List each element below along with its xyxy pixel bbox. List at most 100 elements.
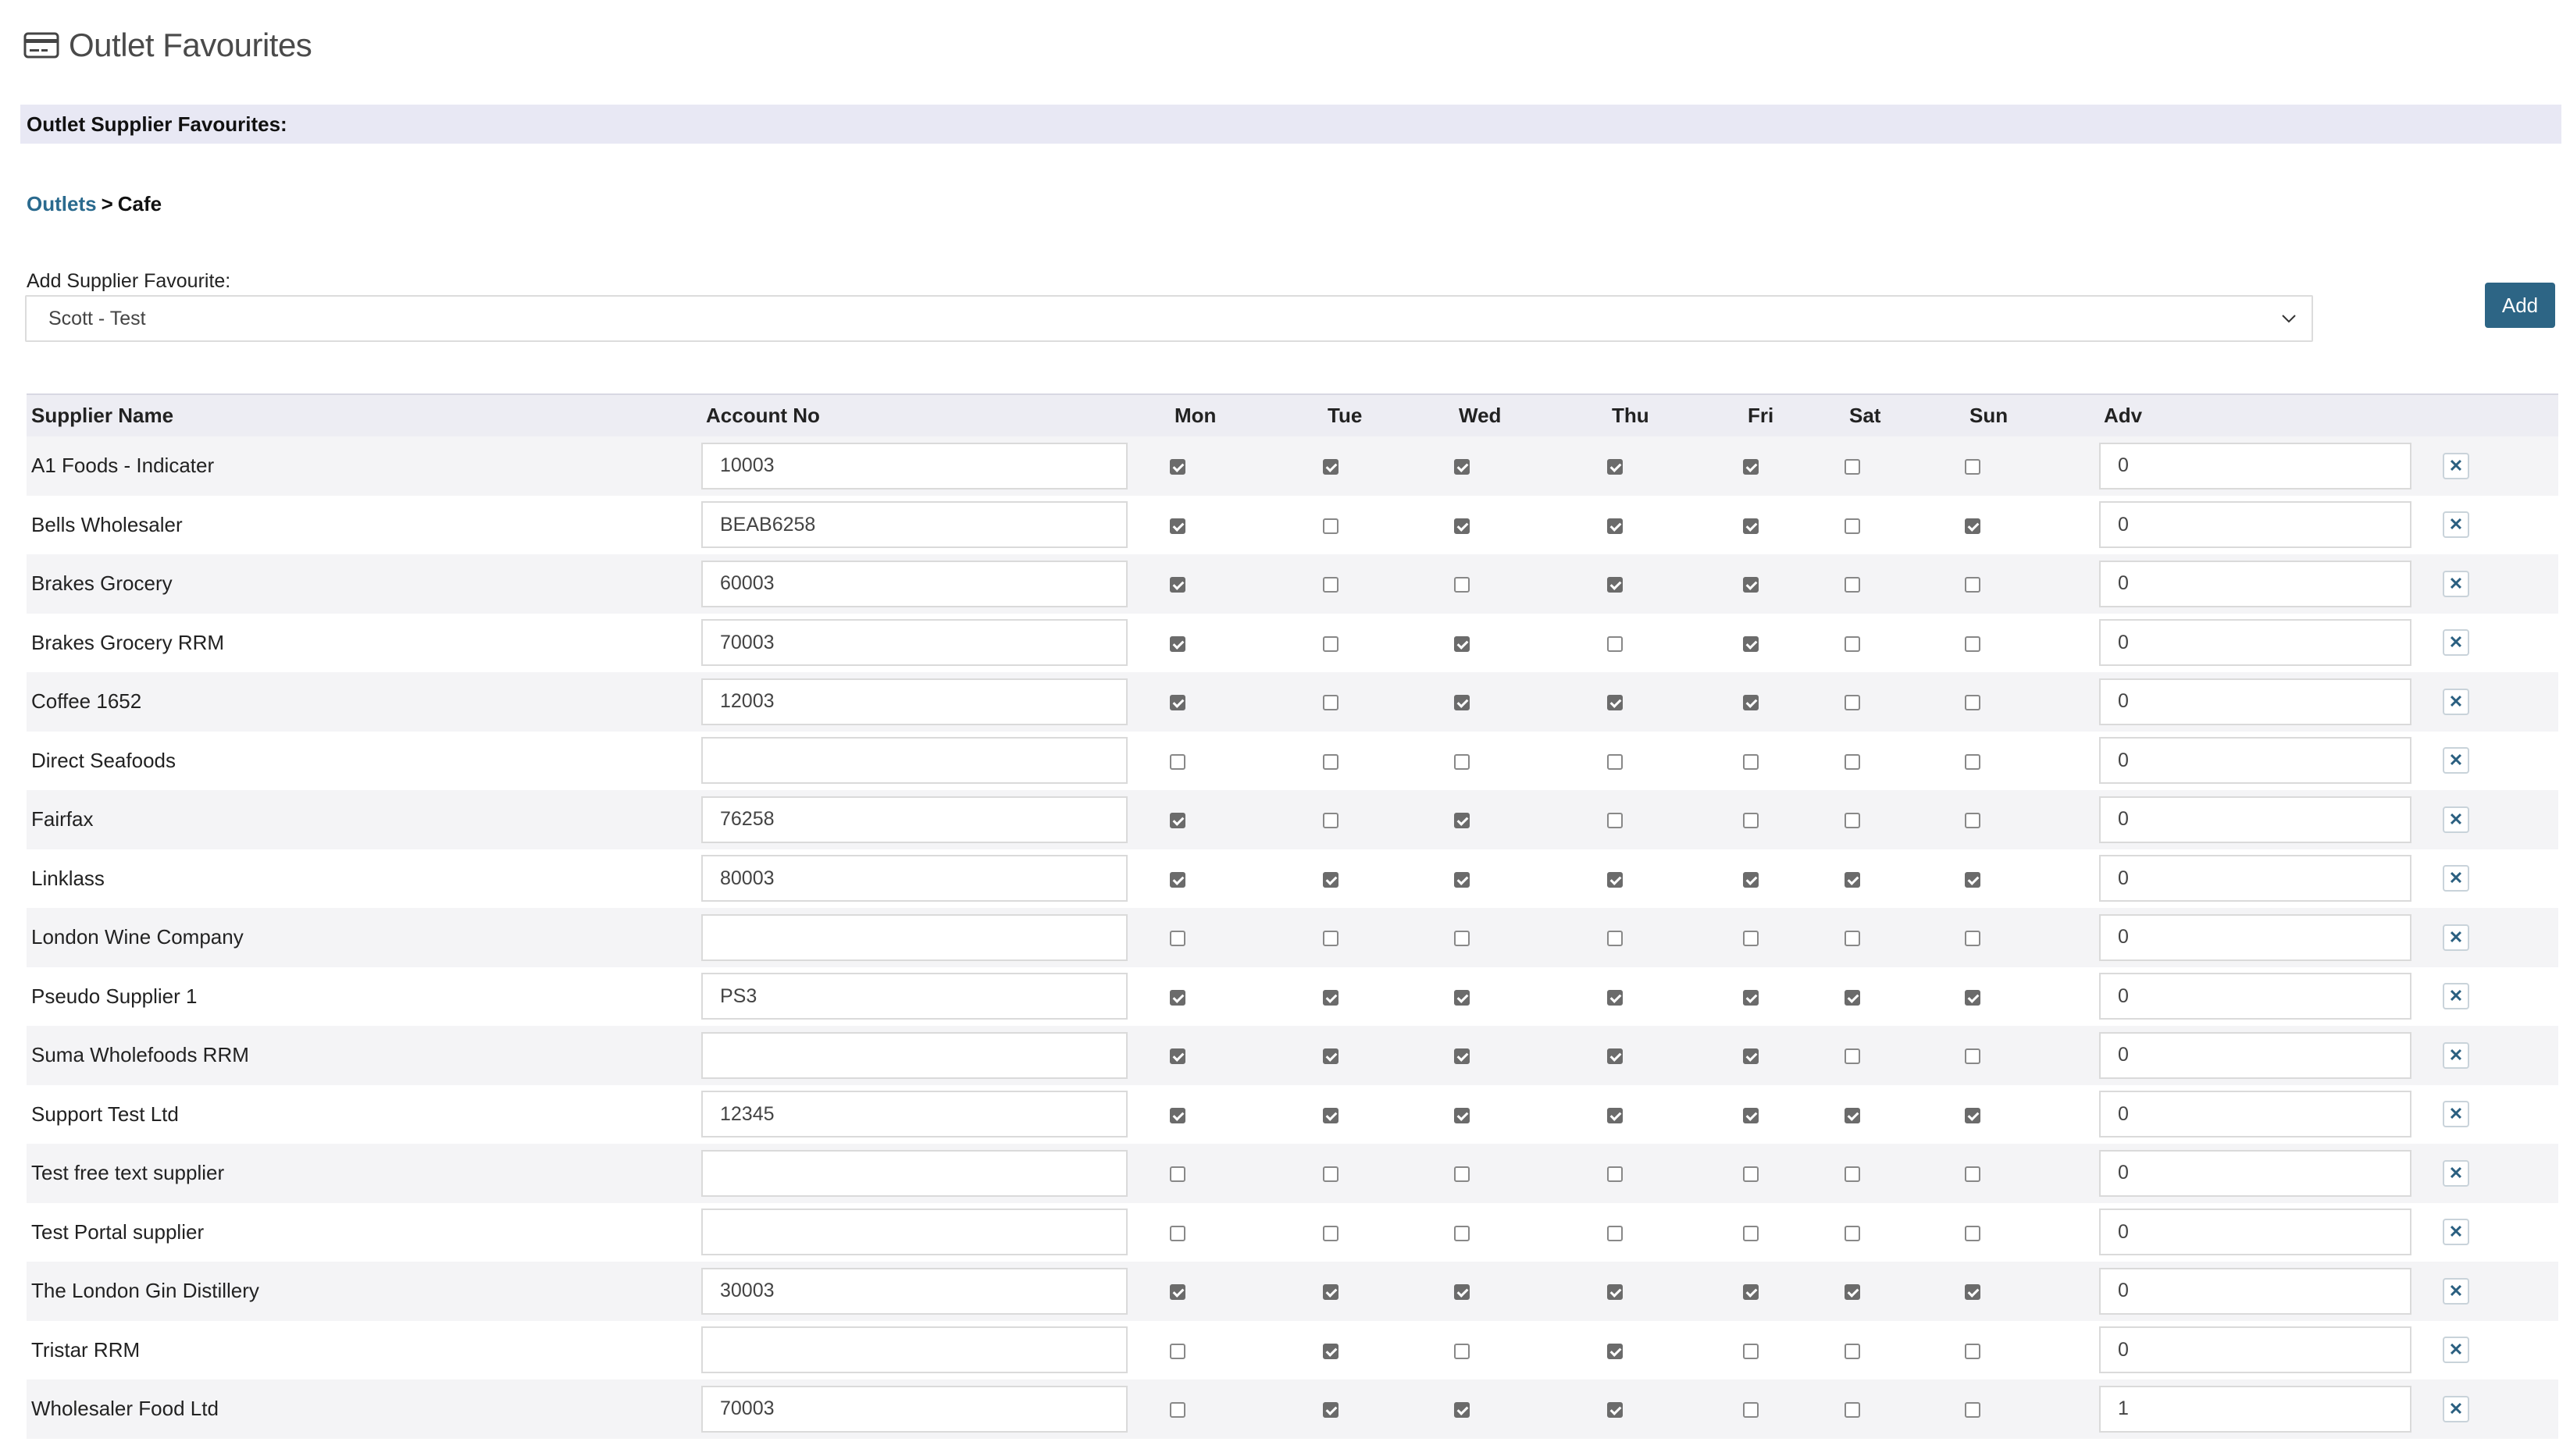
adv-input[interactable] <box>2099 855 2411 902</box>
checkbox-sat[interactable] <box>1845 931 1860 947</box>
checkbox-tue[interactable] <box>1323 1225 1338 1241</box>
adv-input[interactable] <box>2099 973 2411 1020</box>
checkbox-tue[interactable] <box>1323 518 1338 534</box>
checkbox-thu[interactable] <box>1607 1225 1623 1241</box>
adv-input[interactable] <box>2099 560 2411 607</box>
adv-input[interactable] <box>2099 619 2411 667</box>
checkbox-sun[interactable] <box>1965 1166 1980 1183</box>
checkbox-thu[interactable] <box>1607 931 1623 947</box>
checkbox-mon[interactable] <box>1170 931 1185 947</box>
checkbox-thu[interactable] <box>1607 989 1623 1006</box>
checkbox-mon[interactable] <box>1170 1166 1185 1183</box>
adv-input[interactable] <box>2099 1091 2411 1138</box>
delete-button[interactable]: ✕ <box>2443 1159 2469 1187</box>
account-no-input[interactable] <box>701 1385 1128 1433</box>
checkbox-fri[interactable] <box>1743 871 1759 888</box>
checkbox-sun[interactable] <box>1965 931 1980 947</box>
checkbox-sun[interactable] <box>1965 577 1980 593</box>
adv-input[interactable] <box>2099 1385 2411 1433</box>
account-no-input[interactable] <box>701 1326 1128 1374</box>
adv-input[interactable] <box>2099 1267 2411 1315</box>
checkbox-sat[interactable] <box>1845 871 1860 888</box>
checkbox-mon[interactable] <box>1170 1225 1185 1241</box>
checkbox-thu[interactable] <box>1607 1048 1623 1065</box>
checkbox-mon[interactable] <box>1170 635 1185 652</box>
checkbox-wed[interactable] <box>1454 813 1470 829</box>
checkbox-thu[interactable] <box>1607 813 1623 829</box>
checkbox-mon[interactable] <box>1170 1343 1185 1359</box>
checkbox-thu[interactable] <box>1607 518 1623 534</box>
checkbox-tue[interactable] <box>1323 1284 1338 1301</box>
checkbox-fri[interactable] <box>1743 1225 1759 1241</box>
checkbox-tue[interactable] <box>1323 1166 1338 1183</box>
checkbox-mon[interactable] <box>1170 695 1185 711</box>
checkbox-fri[interactable] <box>1743 753 1759 770</box>
checkbox-sat[interactable] <box>1845 813 1860 829</box>
adv-input[interactable] <box>2099 796 2411 843</box>
checkbox-sat[interactable] <box>1845 1343 1860 1359</box>
account-no-input[interactable] <box>701 1209 1128 1256</box>
account-no-input[interactable] <box>701 796 1128 843</box>
checkbox-sat[interactable] <box>1845 1166 1860 1183</box>
checkbox-sun[interactable] <box>1965 753 1980 770</box>
checkbox-thu[interactable] <box>1607 871 1623 888</box>
checkbox-sat[interactable] <box>1845 695 1860 711</box>
checkbox-fri[interactable] <box>1743 1048 1759 1065</box>
add-button[interactable]: Add <box>2485 283 2555 328</box>
checkbox-thu[interactable] <box>1607 635 1623 652</box>
checkbox-wed[interactable] <box>1454 871 1470 888</box>
account-no-input[interactable] <box>701 1091 1128 1138</box>
checkbox-thu[interactable] <box>1607 1343 1623 1359</box>
checkbox-tue[interactable] <box>1323 1343 1338 1359</box>
checkbox-thu[interactable] <box>1607 1284 1623 1301</box>
adv-input[interactable] <box>2099 442 2411 489</box>
checkbox-fri[interactable] <box>1743 1343 1759 1359</box>
checkbox-thu[interactable] <box>1607 1166 1623 1183</box>
delete-button[interactable]: ✕ <box>2443 688 2469 715</box>
checkbox-thu[interactable] <box>1607 1402 1623 1419</box>
delete-button[interactable]: ✕ <box>2443 865 2469 892</box>
checkbox-sun[interactable] <box>1965 695 1980 711</box>
adv-input[interactable] <box>2099 913 2411 961</box>
checkbox-sat[interactable] <box>1845 1284 1860 1301</box>
checkbox-fri[interactable] <box>1743 459 1759 475</box>
checkbox-thu[interactable] <box>1607 577 1623 593</box>
checkbox-wed[interactable] <box>1454 1166 1470 1183</box>
checkbox-mon[interactable] <box>1170 753 1185 770</box>
delete-button[interactable]: ✕ <box>2443 806 2469 833</box>
account-no-input[interactable] <box>701 678 1128 725</box>
checkbox-wed[interactable] <box>1454 1402 1470 1419</box>
checkbox-mon[interactable] <box>1170 1402 1185 1419</box>
adv-input[interactable] <box>2099 1031 2411 1079</box>
checkbox-sun[interactable] <box>1965 1284 1980 1301</box>
adv-input[interactable] <box>2099 737 2411 785</box>
checkbox-tue[interactable] <box>1323 813 1338 829</box>
delete-button[interactable]: ✕ <box>2443 1101 2469 1128</box>
checkbox-sun[interactable] <box>1965 1225 1980 1241</box>
checkbox-wed[interactable] <box>1454 1225 1470 1241</box>
checkbox-tue[interactable] <box>1323 753 1338 770</box>
account-no-input[interactable] <box>701 1267 1128 1315</box>
delete-button[interactable]: ✕ <box>2443 747 2469 774</box>
checkbox-wed[interactable] <box>1454 459 1470 475</box>
delete-button[interactable]: ✕ <box>2443 452 2469 479</box>
adv-input[interactable] <box>2099 501 2411 549</box>
checkbox-sat[interactable] <box>1845 989 1860 1006</box>
delete-button[interactable]: ✕ <box>2443 1337 2469 1364</box>
checkbox-mon[interactable] <box>1170 989 1185 1006</box>
account-no-input[interactable] <box>701 913 1128 961</box>
checkbox-wed[interactable] <box>1454 1048 1470 1065</box>
checkbox-fri[interactable] <box>1743 813 1759 829</box>
checkbox-tue[interactable] <box>1323 459 1338 475</box>
checkbox-sun[interactable] <box>1965 1402 1980 1419</box>
checkbox-sat[interactable] <box>1845 577 1860 593</box>
checkbox-fri[interactable] <box>1743 635 1759 652</box>
checkbox-sat[interactable] <box>1845 1048 1860 1065</box>
checkbox-sat[interactable] <box>1845 753 1860 770</box>
delete-button[interactable]: ✕ <box>2443 511 2469 539</box>
checkbox-tue[interactable] <box>1323 1402 1338 1419</box>
checkbox-wed[interactable] <box>1454 1107 1470 1123</box>
checkbox-mon[interactable] <box>1170 1048 1185 1065</box>
checkbox-sun[interactable] <box>1965 1107 1980 1123</box>
checkbox-tue[interactable] <box>1323 695 1338 711</box>
